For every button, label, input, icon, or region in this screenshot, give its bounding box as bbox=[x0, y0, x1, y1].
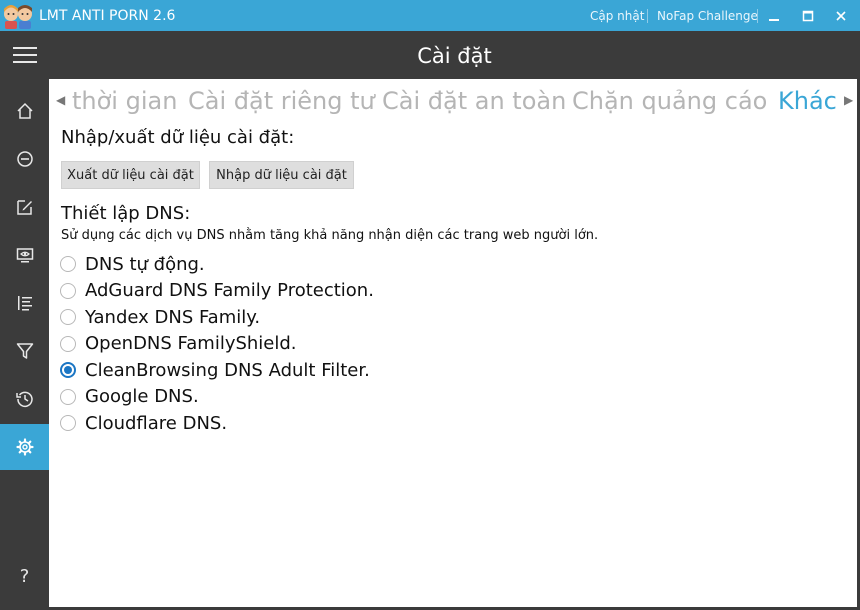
dns-option[interactable]: Cloudflare DNS. bbox=[60, 410, 227, 436]
sidebar-item-history[interactable] bbox=[0, 376, 49, 422]
tab-privacy-settings[interactable]: Cài đặt riêng tư bbox=[188, 87, 375, 115]
title-separator bbox=[647, 9, 648, 23]
dns-option-label: CleanBrowsing DNS Adult Filter. bbox=[85, 359, 370, 381]
minimize-button[interactable] bbox=[759, 0, 789, 31]
sidebar-item-filter[interactable] bbox=[0, 328, 49, 374]
radio-button[interactable] bbox=[60, 335, 76, 352]
tab-safety-settings[interactable]: Cài đặt an toàn bbox=[382, 87, 566, 115]
sidebar-item-edit[interactable] bbox=[0, 184, 49, 230]
dns-option[interactable]: CleanBrowsing DNS Adult Filter. bbox=[60, 357, 370, 383]
page-title: Cài đặt bbox=[417, 44, 492, 68]
settings-icon bbox=[15, 438, 34, 456]
dns-option-label: OpenDNS FamilyShield. bbox=[85, 333, 297, 354]
dns-description: Sử dụng các dịch vụ DNS nhằm tăng khả nă… bbox=[61, 228, 599, 243]
radio-button[interactable] bbox=[60, 282, 76, 299]
list-icon bbox=[17, 296, 32, 311]
dns-option[interactable]: Google DNS. bbox=[60, 384, 199, 410]
dns-option[interactable]: Yandex DNS Family. bbox=[60, 304, 260, 330]
history-icon bbox=[15, 391, 33, 408]
radio-button[interactable] bbox=[60, 256, 76, 272]
dns-option-label: DNS tự động. bbox=[85, 253, 205, 275]
radio-button-checked[interactable] bbox=[60, 362, 76, 378]
radio-button[interactable] bbox=[60, 388, 76, 405]
settings-tabs: ◀ thời gian Cài đặt riêng tư Cài đặt an … bbox=[49, 79, 857, 129]
close-icon bbox=[836, 10, 846, 21]
app-logo-icon bbox=[2, 3, 34, 29]
dns-option-label: Cloudflare DNS. bbox=[85, 412, 228, 434]
close-button[interactable] bbox=[826, 0, 856, 31]
dns-option-label: Yandex DNS Family. bbox=[85, 306, 261, 328]
settings-content: ◀ thời gian Cài đặt riêng tư Cài đặt an … bbox=[49, 79, 857, 607]
home-icon bbox=[16, 102, 33, 119]
tab-ad-block[interactable]: Chặn quảng cáo bbox=[572, 87, 767, 115]
dns-option[interactable]: AdGuard DNS Family Protection. bbox=[60, 278, 374, 304]
page-header: Cài đặt bbox=[49, 31, 860, 79]
update-link[interactable]: Cập nhật bbox=[590, 0, 644, 33]
tab-other[interactable]: Khác bbox=[778, 87, 837, 115]
radio-button[interactable] bbox=[60, 309, 76, 325]
export-settings-button[interactable]: Xuất dữ liệu cài đặt bbox=[61, 161, 200, 189]
dns-option[interactable]: OpenDNS FamilyShield. bbox=[60, 331, 297, 357]
tab-scroll-right-icon[interactable]: ▶ bbox=[844, 93, 853, 107]
sidebar-item-help[interactable]: ? bbox=[0, 553, 49, 599]
help-icon: ? bbox=[19, 565, 30, 587]
sidebar-item-list[interactable] bbox=[0, 280, 49, 326]
menu-icon bbox=[12, 47, 37, 63]
sidebar-item-block[interactable] bbox=[0, 136, 49, 182]
dns-option-label: AdGuard DNS Family Protection. bbox=[85, 280, 374, 301]
filter-icon bbox=[16, 343, 33, 359]
maximize-icon bbox=[802, 10, 814, 21]
radio-button[interactable] bbox=[60, 415, 76, 431]
tab-scroll-left-icon[interactable]: ◀ bbox=[56, 93, 65, 107]
nofap-challenge-link[interactable]: NoFap Challenge bbox=[657, 0, 758, 33]
edit-icon bbox=[16, 200, 32, 215]
menu-button[interactable] bbox=[0, 32, 49, 78]
title-separator bbox=[757, 9, 758, 23]
dns-option-label: Google DNS. bbox=[85, 386, 199, 407]
sidebar-item-screen[interactable] bbox=[0, 232, 49, 278]
screen-monitor-icon bbox=[16, 248, 33, 263]
app-title: LMT ANTI PORN 2.6 bbox=[39, 8, 176, 24]
sidebar: ? bbox=[0, 31, 49, 610]
tab-time[interactable]: thời gian bbox=[72, 87, 177, 115]
dns-option[interactable]: DNS tự động. bbox=[60, 251, 205, 277]
title-bar: LMT ANTI PORN 2.6 Cập nhật NoFap Challen… bbox=[0, 0, 860, 31]
minimize-icon bbox=[769, 18, 779, 21]
maximize-button[interactable] bbox=[793, 0, 823, 31]
dns-settings-title: Thiết lập DNS: bbox=[61, 203, 191, 224]
import-export-title: Nhập/xuất dữ liệu cài đặt: bbox=[61, 127, 295, 148]
import-settings-button[interactable]: Nhập dữ liệu cài đặt bbox=[209, 161, 354, 189]
block-icon bbox=[16, 151, 33, 167]
sidebar-item-settings[interactable] bbox=[0, 424, 49, 470]
sidebar-item-home[interactable] bbox=[0, 88, 49, 134]
